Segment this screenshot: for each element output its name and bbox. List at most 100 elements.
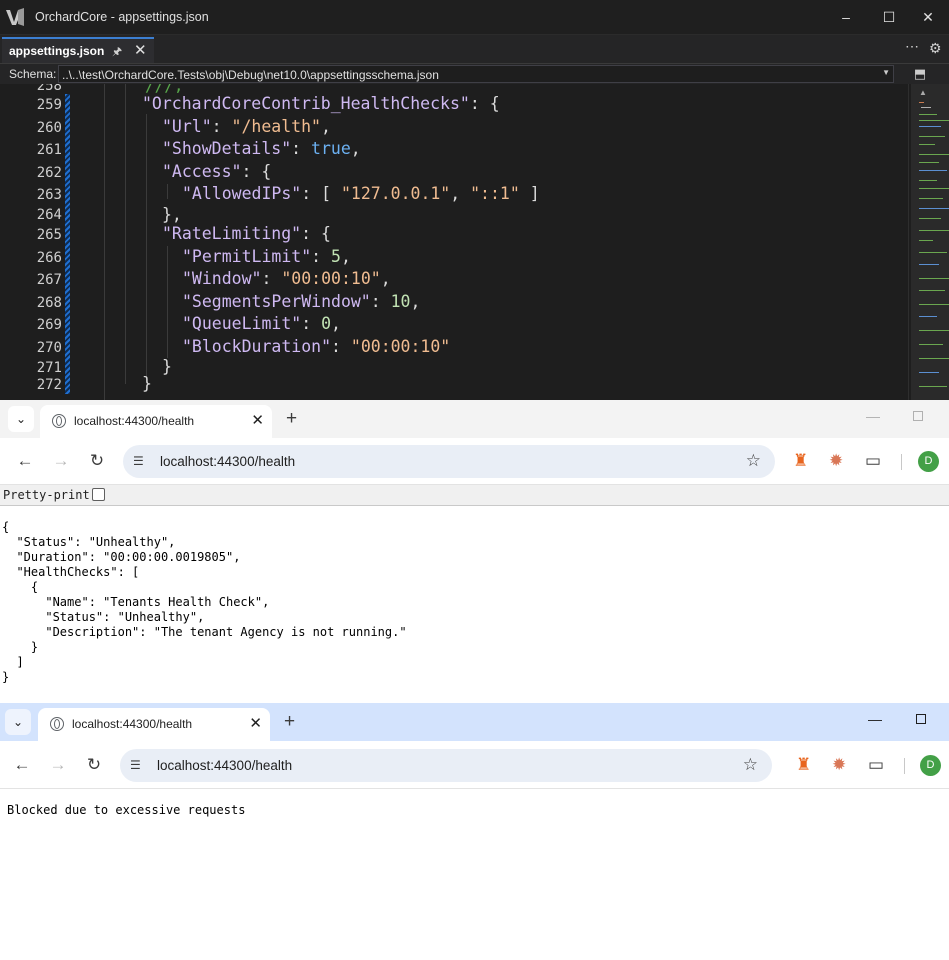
minimap-line [921,107,931,108]
favicon-globe-icon [52,414,66,428]
forward-icon[interactable]: → [48,755,68,775]
tab-strip: ⌄ localhost:44300/health ✕ + — [0,703,949,741]
tab-search-icon[interactable]: ⌄ [5,709,31,735]
new-tab-button[interactable]: + [286,408,297,430]
visual-studio-window: OrchardCore - appsettings.json – ☐ ✕ app… [0,0,949,400]
back-icon[interactable]: ← [12,755,32,775]
code-line-268: "SegmentsPerWindow": 10, [182,292,421,311]
pretty-print-label: Pretty-print [3,488,90,502]
minimap-line [919,144,935,145]
schema-value: ..\..\test\OrchardCore.Tests\obj\Debug\n… [62,68,439,82]
code-line-264: }, [162,205,182,224]
minimap-line [919,278,949,279]
schema-bar: Schema: ..\..\test\OrchardCore.Tests\obj… [0,63,949,84]
minimap-line [919,154,949,155]
code-line-272: } [142,374,152,393]
gear-icon[interactable]: ⚙ [929,40,942,57]
minimap-line [919,208,949,209]
split-editor-icon[interactable]: ⬒ [900,65,940,83]
tab-strip: ⌄ localhost:44300/health ✕ + — [0,400,949,438]
toolbar-divider [904,758,905,774]
browser-tab-health[interactable]: localhost:44300/health ✕ [40,405,272,438]
code-line-269: "QueueLimit": 0, [182,314,341,333]
bookmark-star-icon[interactable]: ☆ [743,755,758,775]
extension-lighthouse-icon[interactable]: ♜ [793,452,808,469]
forward-icon[interactable]: → [51,451,71,471]
maximize-button[interactable] [913,411,923,421]
scroll-up-icon[interactable]: ▲ [919,88,927,97]
close-window-button[interactable]: ✕ [905,0,949,35]
visual-studio-logo-icon [6,8,24,26]
minimize-button[interactable]: – [823,0,869,35]
minimap-line [919,386,947,387]
minimap-line [919,344,943,345]
extension-claude-icon[interactable]: ✹ [829,452,843,469]
minimize-button[interactable]: — [866,408,880,424]
minimap-line [919,290,945,291]
browser-toolbar: ← → ↻ ☰ localhost:44300/health ☆ ♜ ✹ ▭ D [0,438,949,485]
close-icon[interactable]: ✕ [134,41,147,59]
code-line-270: "BlockDuration": "00:00:10" [182,337,451,356]
minimap-line [919,120,949,121]
close-icon[interactable]: ✕ [251,411,264,429]
reload-icon[interactable]: ↻ [87,451,107,471]
vs-tab-bar: appsettings.json 🖈 ✕ [0,35,949,63]
minimap-line [919,372,939,373]
code-line-271: } [162,357,172,376]
minimap-line [919,170,947,171]
code-line-263: "AllowedIPs": [ "127.0.0.1", "::1" ] [182,184,540,203]
pretty-print-checkbox[interactable] [92,488,105,501]
minimap-line [919,316,937,317]
code-line-265: "RateLimiting": { [162,224,331,243]
pin-icon[interactable]: 🖈 [112,43,122,62]
toolbar-divider [901,454,902,470]
chevron-down-icon: ▼ [882,68,890,77]
code-minimap[interactable]: ▲ [908,84,949,400]
site-settings-icon[interactable]: ☰ [133,454,144,468]
site-settings-icon[interactable]: ☰ [130,758,141,772]
code-editor[interactable]: 258 259 260 261 262 263 264 265 266 267 … [0,84,908,400]
url-text[interactable]: localhost:44300/health [160,454,295,469]
extensions-puzzle-icon[interactable]: ▭ [865,452,881,469]
maximize-button[interactable] [916,714,926,724]
tab-appsettings-json[interactable]: appsettings.json 🖈 ✕ [2,37,154,63]
schema-dropdown[interactable]: ..\..\test\OrchardCore.Tests\obj\Debug\n… [58,65,894,83]
more-icon[interactable]: ⋯ [905,38,919,55]
minimap-line [919,240,933,241]
code-content: ///, "OrchardCoreContrib_HealthChecks": … [0,84,908,400]
url-text[interactable]: localhost:44300/health [157,758,292,773]
extension-lighthouse-icon[interactable]: ♜ [796,756,811,773]
favicon-globe-icon [50,717,64,731]
code-line-261: "ShowDetails": true, [162,139,361,158]
extensions-puzzle-icon[interactable]: ▭ [868,756,884,773]
profile-avatar-icon[interactable]: D [918,451,939,472]
vs-title-bar: OrchardCore - appsettings.json – ☐ ✕ [0,0,949,35]
minimize-button[interactable]: — [868,711,882,727]
profile-avatar-icon[interactable]: D [920,755,941,776]
back-icon[interactable]: ← [15,451,35,471]
tab-search-icon[interactable]: ⌄ [8,406,34,432]
window-title: OrchardCore - appsettings.json [35,10,209,24]
reload-icon[interactable]: ↻ [84,755,104,775]
minimap-line [919,218,941,219]
close-icon[interactable]: ✕ [249,714,262,732]
tab-title: localhost:44300/health [72,717,193,731]
browser-tab-health[interactable]: localhost:44300/health ✕ [38,708,270,741]
minimap-line [919,264,939,265]
new-tab-button[interactable]: + [284,711,295,733]
code-line-259: "OrchardCoreContrib_HealthChecks": { [142,94,500,113]
bookmark-star-icon[interactable]: ☆ [746,451,761,471]
schema-label: Schema: [9,67,57,81]
minimap-line [919,180,937,181]
minimap-line [919,304,949,305]
browser-window-2: ⌄ localhost:44300/health ✕ + — ← → ↻ ☰ l… [0,703,949,960]
minimap-viewport[interactable] [911,84,949,400]
extension-claude-icon[interactable]: ✹ [832,756,846,773]
address-bar[interactable]: ☰ localhost:44300/health ☆ [120,749,772,782]
minimap-line [919,252,947,253]
minimap-line [919,162,939,163]
code-line-262: "Access": { [162,162,272,181]
minimap-line [919,358,949,359]
address-bar[interactable]: ☰ localhost:44300/health ☆ [123,445,775,478]
json-response-body: { "Status": "Unhealthy", "Duration": "00… [2,520,407,684]
